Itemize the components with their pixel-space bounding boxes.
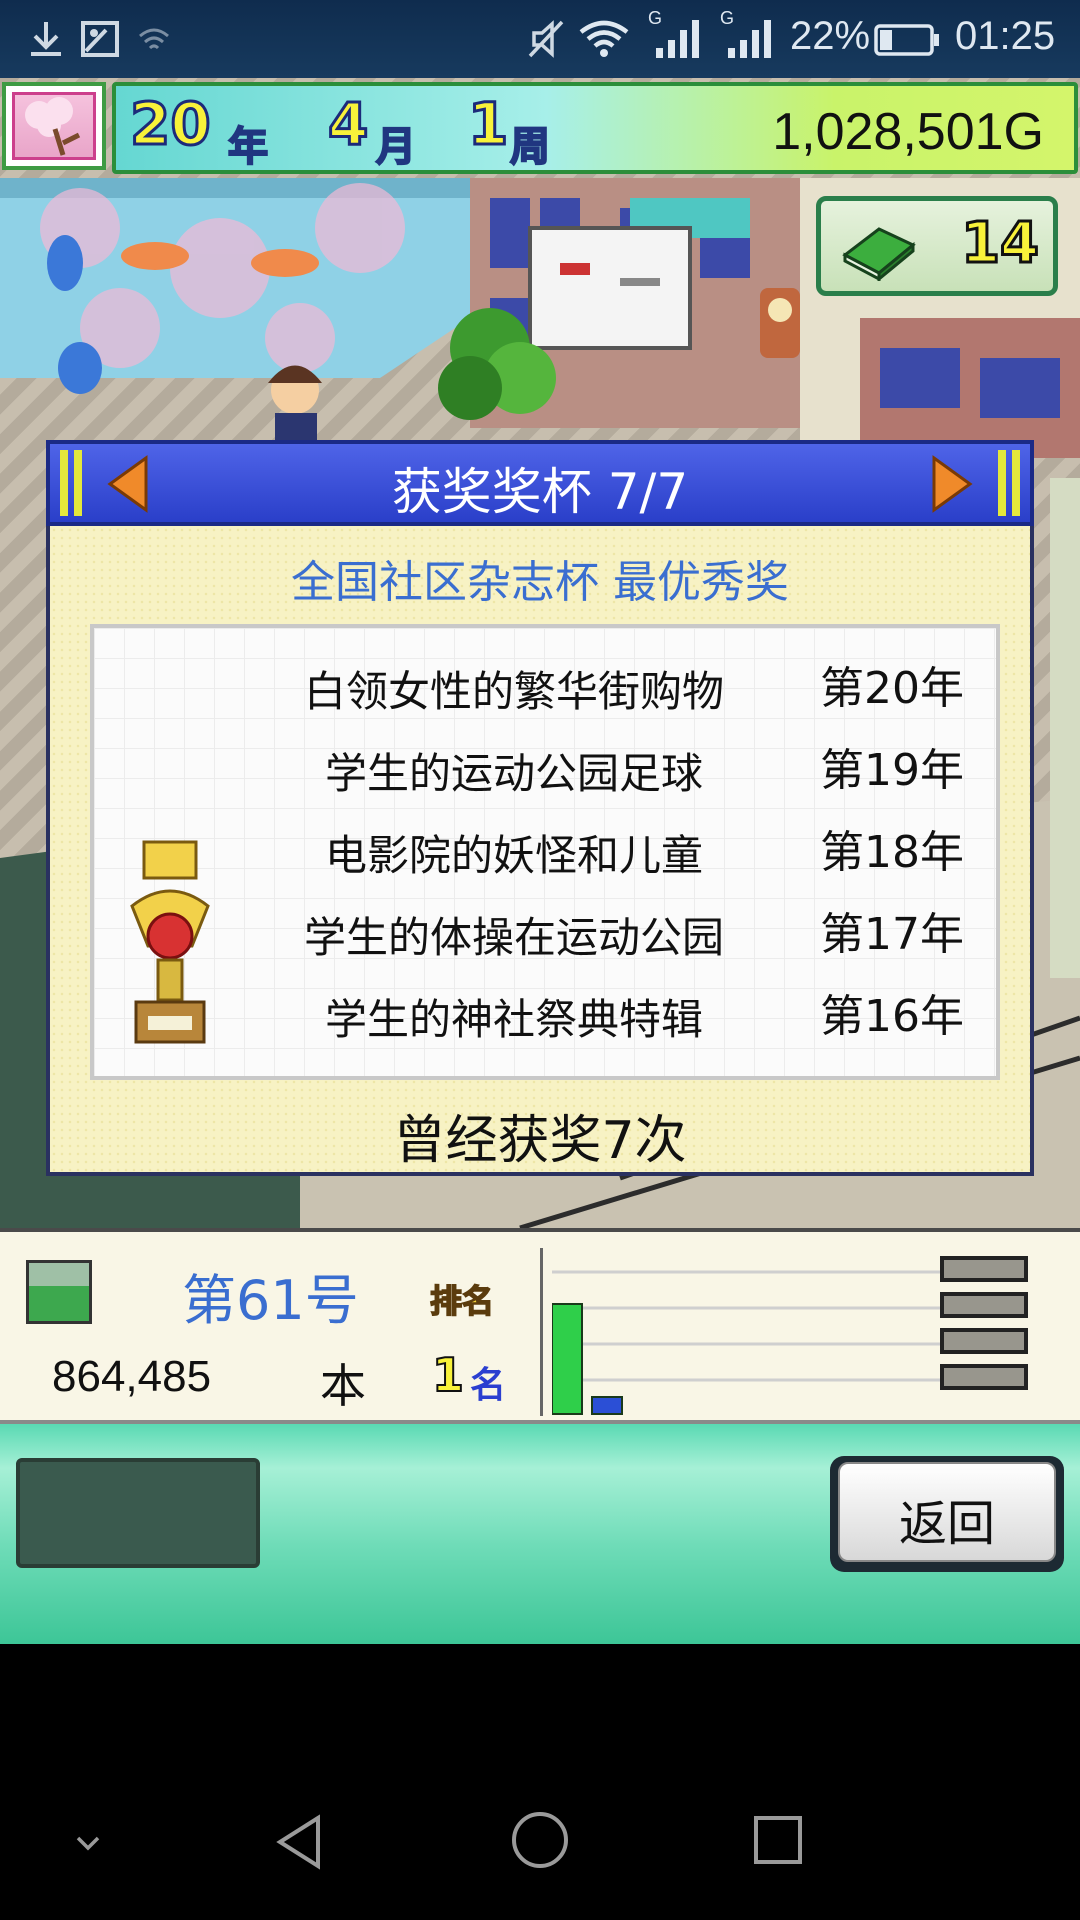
chart-bars [552, 1303, 623, 1415]
sales-unit: 本 [320, 1359, 366, 1413]
hide-keyboard-icon[interactable] [68, 1822, 108, 1862]
download-icon [31, 22, 61, 56]
book-count: 14 [960, 210, 1041, 278]
rank-value: 1 [431, 1347, 465, 1403]
chart-bar [552, 1303, 583, 1415]
chart-garbled-labels [940, 1256, 1028, 1390]
date-bar: 20 年 4 月 1 周 1,028,501G [112, 82, 1078, 174]
back-button-label: 返回 [898, 1496, 995, 1552]
award-year: 第17年 [820, 909, 964, 960]
book-icon [842, 227, 916, 281]
back-triangle-icon[interactable] [270, 1812, 330, 1872]
back-button-face: 返回 [838, 1462, 1056, 1562]
award-count: 曾经获奖7次 [393, 1111, 687, 1171]
cherry-blossom-icon [25, 97, 81, 156]
week-value: 1 [466, 89, 509, 160]
award-year: 第19年 [820, 745, 964, 796]
rank-label: 排名 [429, 1281, 495, 1321]
year-unit: 年 [227, 123, 269, 171]
season-icon[interactable] [2, 82, 106, 170]
chart-bar [591, 1396, 623, 1415]
wifi-weak-icon [139, 28, 169, 50]
award-year: 第16年 [820, 991, 964, 1042]
empty-slot [16, 1458, 260, 1568]
cell-signal-icon [728, 20, 771, 58]
dialog-body: 全国社区杂志杯 最优秀奖 白领女性的繁华街购物 第20年 学生的运动公园足球 第… [46, 526, 1034, 1176]
award-row: 学生的体操在运动公园 第17年 [94, 904, 1000, 984]
week-unit: 周 [509, 123, 551, 171]
home-circle-icon[interactable] [508, 1808, 572, 1872]
dialog-title: 获奖奖杯 7/7 [391, 463, 689, 521]
image-icon [81, 21, 119, 57]
month-value: 4 [326, 89, 369, 160]
back-button[interactable]: 返回 [830, 1456, 1064, 1572]
dialog-header: 获奖奖杯 7/7 [46, 440, 1034, 526]
award-row: 电影院的妖怪和儿童 第18年 [94, 822, 1000, 902]
award-row: 白领女性的繁华街购物 第20年 [94, 658, 1000, 738]
award-row: 学生的神社祭典特辑 第16年 [94, 986, 1000, 1066]
award-row: 学生的运动公园足球 第19年 [94, 740, 1000, 820]
sales-mini-chart [552, 1256, 1028, 1415]
issue-number: 第61号 [182, 1269, 359, 1332]
sales-count: 864,485 [52, 1352, 212, 1401]
magazine-status-panel: 第61号 排名 864,485 本 1 名 [0, 1228, 1080, 1424]
award-title: 白领女性的繁华街购物 [303, 667, 724, 716]
award-title: 学生的神社祭典特辑 [324, 995, 703, 1044]
award-name: 全国社区杂志杯 最优秀奖 [291, 557, 789, 608]
magazine-icon [26, 1260, 92, 1324]
year-value: 20 [129, 89, 213, 160]
rank-suffix: 名 [470, 1365, 507, 1406]
date-money-bar: 20 年 4 月 1 周 1,028,501G [0, 78, 1080, 178]
award-title: 电影院的妖怪和儿童 [324, 831, 703, 880]
clock: 01:25 [955, 14, 1056, 58]
cell-signal-icon [656, 20, 699, 58]
award-history-list: 白领女性的繁华街购物 第20年 学生的运动公园足球 第19年 电影院的妖怪和儿童… [90, 624, 1000, 1080]
status-bar: G G 22% 01:25 [0, 0, 1080, 78]
battery-percent: 22% [790, 14, 871, 58]
next-arrow-icon[interactable] [922, 452, 982, 516]
book-counter[interactable]: 14 [816, 196, 1058, 296]
month-unit: 月 [375, 123, 417, 171]
award-title: 学生的体操在运动公园 [303, 913, 724, 962]
bottom-controls: 返回 [0, 1424, 1080, 1644]
award-year: 第18年 [820, 827, 964, 878]
system-navigation-bar [0, 1644, 1080, 1920]
money-amount: 1,028,501G [772, 103, 1044, 161]
battery-icon [874, 24, 939, 56]
mute-icon [528, 20, 564, 58]
wifi-icon [579, 20, 629, 57]
award-year: 第20年 [820, 663, 964, 714]
award-title: 学生的运动公园足球 [324, 749, 703, 798]
award-trophy-dialog: 获奖奖杯 7/7 全国社区杂志杯 最优秀奖 白领女性的繁华街购物 第20年 学生… [46, 440, 1034, 1176]
recents-square-icon[interactable] [750, 1812, 806, 1868]
panel-divider [540, 1248, 543, 1416]
